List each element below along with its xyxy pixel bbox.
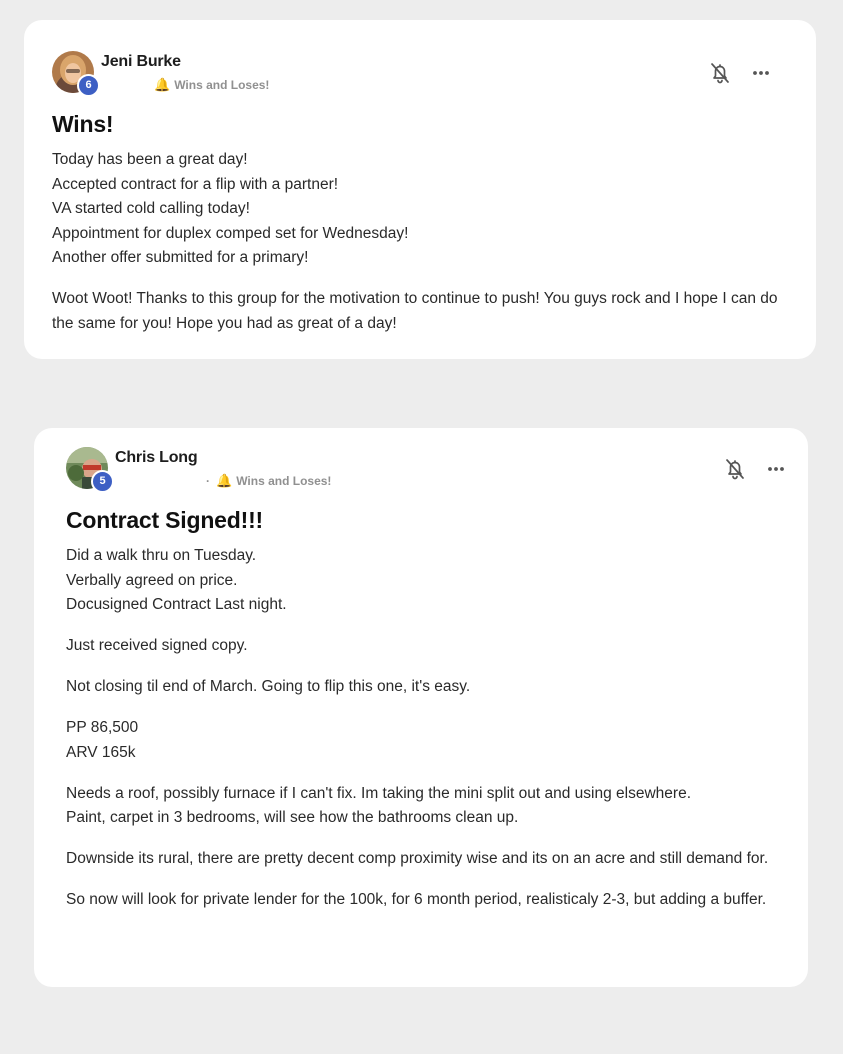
text-line: Paint, carpet in 3 bedrooms, will see ho… xyxy=(66,809,519,827)
post-title[interactable]: Contract Signed!!! xyxy=(66,507,263,534)
text-line: Not closing til end of March. Going to f… xyxy=(66,678,471,696)
author-name[interactable]: Chris Long xyxy=(115,449,198,467)
text-line: Today has been a great day! xyxy=(52,151,248,168)
post-body: Today has been a great day! Accepted con… xyxy=(52,148,792,337)
post-card: 6 Jeni Burke 🔔 Wins and Loses! Wins! Toda… xyxy=(24,20,816,359)
paragraph: Woot Woot! Thanks to this group for the … xyxy=(52,287,792,336)
text-line: Docusigned Contract Last night. xyxy=(66,596,287,614)
separator-dot: · xyxy=(206,474,210,488)
text-line: Downside its rural, there are pretty dec… xyxy=(66,850,769,868)
more-horizontal-icon[interactable] xyxy=(749,61,773,85)
paragraph: Just received signed copy. xyxy=(66,634,788,659)
category-label: Wins and Loses! xyxy=(236,474,332,488)
level-badge: 6 xyxy=(77,74,100,97)
level-badge: 5 xyxy=(91,470,114,493)
author-name[interactable]: Jeni Burke xyxy=(101,53,181,71)
paragraph: Did a walk thru on Tuesday. Verbally agr… xyxy=(66,544,788,618)
text-line: Needs a roof, possibly furnace if I can'… xyxy=(66,784,691,802)
text-line: So now will look for private lender for … xyxy=(66,891,767,909)
paragraph: Not closing til end of March. Going to f… xyxy=(66,675,788,700)
paragraph: Today has been a great day! Accepted con… xyxy=(52,148,792,271)
paragraph: So now will look for private lender for … xyxy=(66,888,788,913)
text-line: Just received signed copy. xyxy=(66,637,248,655)
post-category[interactable]: 🔔 Wins and Loses! xyxy=(154,77,269,93)
text-line: Another offer submitted for a primary! xyxy=(52,249,309,267)
text-line: Appointment for duplex comped set for We… xyxy=(52,224,409,242)
post-card: 5 Chris Long · 🔔 Wins and Loses! Contract … xyxy=(34,428,808,987)
avatar[interactable]: 5 xyxy=(66,447,114,493)
text-line: ARV 165k xyxy=(66,743,136,761)
post-body: Did a walk thru on Tuesday. Verbally agr… xyxy=(66,544,788,913)
post-title[interactable]: Wins! xyxy=(52,111,114,138)
text-line: PP 86,500 xyxy=(66,719,139,737)
paragraph: Needs a roof, possibly furnace if I can'… xyxy=(66,782,788,831)
text-line: Accepted contract for a flip with a part… xyxy=(52,175,339,193)
bell-off-icon[interactable] xyxy=(708,61,732,85)
more-horizontal-icon[interactable] xyxy=(764,457,788,481)
bell-emoji-icon: 🔔 xyxy=(216,473,233,488)
category-label: Wins and Loses! xyxy=(174,78,270,92)
post-category[interactable]: · 🔔 Wins and Loses! xyxy=(206,473,331,489)
text-line: Verbally agreed on price. xyxy=(66,571,238,589)
text-line: Woot Woot! Thanks to this group for the … xyxy=(52,290,778,332)
bell-off-icon[interactable] xyxy=(723,457,747,481)
avatar[interactable]: 6 xyxy=(52,51,100,97)
paragraph: PP 86,500 ARV 165k xyxy=(66,716,788,765)
text-line: VA started cold calling today! xyxy=(52,200,250,218)
bell-emoji-icon: 🔔 xyxy=(154,77,171,92)
paragraph: Downside its rural, there are pretty dec… xyxy=(66,847,788,872)
text-line: Did a walk thru on Tuesday. xyxy=(66,547,257,564)
